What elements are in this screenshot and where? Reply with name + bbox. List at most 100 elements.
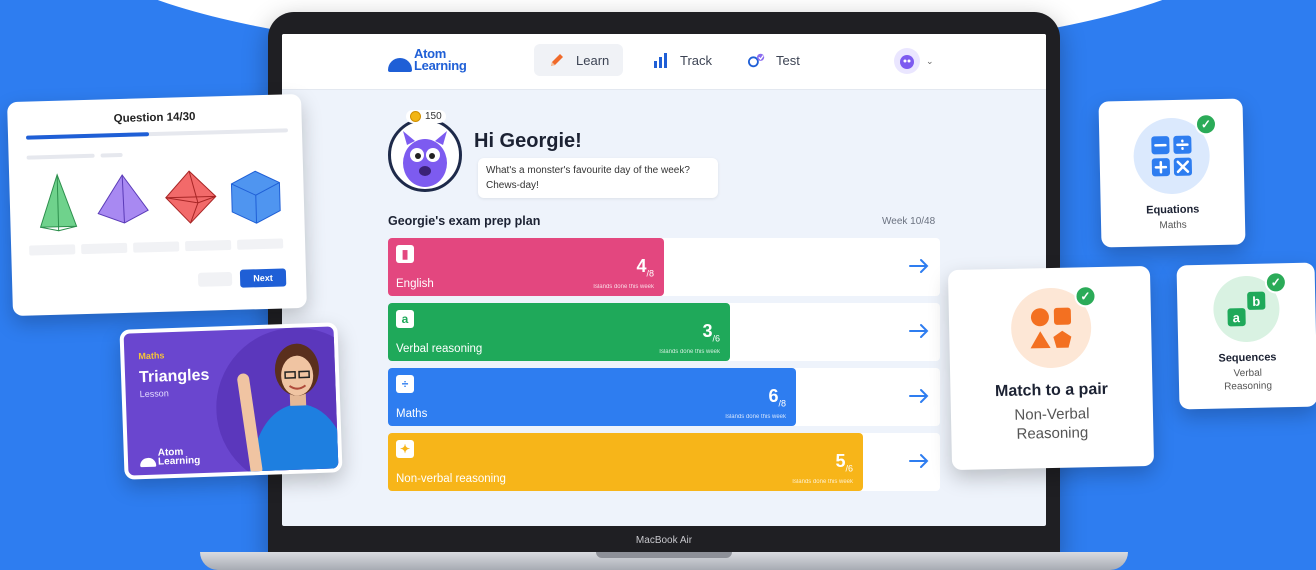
lesson-title: Triangles [138,366,210,387]
islands-done: 6 [768,386,779,406]
topic-subject-line1: Non-Verbal [1014,405,1090,424]
lesson-logo-line2: Learning [157,455,201,468]
atom-learning-logo[interactable]: Atom Learning [388,47,467,73]
joke-answer: Chews-day! [486,180,539,191]
nav-test[interactable]: Test [734,44,814,76]
subject-progress-fill: ✦ Non-verbal reasoning 5/6 Islands done thi… [388,433,863,491]
teacher-illustration [216,327,343,480]
answer-option[interactable] [29,244,76,256]
top-navigation: Atom Learning Learn Track Test ⌄ [282,34,1046,90]
topic-title: Match to a pair [994,380,1109,401]
topic-subject: Maths [1159,219,1187,232]
lesson-card-logo: Atom Learning [139,447,201,468]
question-progress-fill [26,132,150,140]
laptop-notch [596,552,732,558]
nav-learn-label: Learn [576,52,610,68]
book-icon: ▮ [396,245,414,263]
subject-progress-fill: ÷ Maths 6/8 Islands done this week [388,368,796,426]
chevron-down-icon: ⌄ [926,55,934,66]
islands-label: Islands done this week [593,284,654,290]
islands-label: Islands done this week [659,349,720,355]
completed-check-icon: ✓ [1074,285,1097,308]
bar-chart-icon [652,51,670,69]
coin-count: 150 [425,111,442,122]
logo-cloud-icon [139,457,157,468]
subject-row[interactable]: ✦ Non-verbal reasoning 5/6 Islands done thi… [388,433,940,491]
arrow-right-icon[interactable] [908,386,930,406]
coin-icon [410,111,421,122]
logo-cloud-icon [388,58,412,72]
red-octahedron-icon[interactable] [161,168,221,226]
nav-track[interactable]: Track [638,44,726,76]
previous-button[interactable] [197,271,233,287]
question-card: Question 14/30 Next [7,93,307,317]
answer-option[interactable] [237,238,284,250]
svg-text:a: a [1232,310,1240,325]
arrow-right-icon[interactable] [908,451,930,471]
lesson-card[interactable]: Maths Triangles Lesson Atom Learning [119,322,343,480]
next-button[interactable]: Next [239,268,287,288]
topic-card-sequences[interactable]: a b ✓ Sequences Verbal Reasoning [1176,262,1316,410]
subject-name: English [396,278,434,290]
topic-title: Equations [1146,203,1200,217]
topic-card-equations[interactable]: ✓ Equations Maths [1098,98,1246,248]
svg-text:b: b [1252,294,1260,309]
topic-card-match-to-a-pair[interactable]: ✓ Match to a pair Non-Verbal Reasoning [947,265,1155,471]
blue-cube-icon[interactable] [227,166,285,228]
subject-name: Maths [396,408,428,420]
islands-done: 5 [835,451,846,471]
purple-pyramid-icon[interactable] [93,170,153,228]
joke-bubble: What's a monster's favourite day of the … [478,158,718,198]
islands-count: 5/6 [835,451,853,474]
subject-progress-fill: ▮ English 4/8 Islands done this week [388,238,664,296]
topic-subject-line2: Reasoning [1224,380,1273,393]
islands-label: Islands done this week [725,414,786,420]
plan-title: Georgie's exam prep plan [388,214,541,228]
laptop-frame: Atom Learning Learn Track Test ⌄ 150 Hi … [268,12,1060,560]
completed-check-icon: ✓ [1194,113,1218,136]
app-screen: Atom Learning Learn Track Test ⌄ 150 Hi … [282,34,1046,526]
topic-subject-line1: Verbal [1233,367,1263,380]
islands-label: Islands done this week [792,479,853,485]
week-counter: Week 10/48 [882,216,936,227]
islands-total: /8 [778,398,786,409]
arrow-right-icon[interactable] [908,321,930,341]
logo-text-line2: Learning [414,58,467,73]
lesson-type: Lesson [139,388,169,400]
pencil-icon [548,51,566,69]
answer-option[interactable] [185,239,232,252]
islands-count: 4/8 [636,256,654,279]
arrow-right-icon[interactable] [908,256,930,276]
test-icon [748,51,766,69]
subject-name: Non-verbal reasoning [396,473,506,485]
nav-test-label: Test [776,52,800,68]
nav-learn[interactable]: Learn [534,44,624,76]
islands-done: 4 [636,256,647,276]
topic-subject-line2: Reasoning [1016,424,1089,443]
answer-option[interactable] [133,241,180,253]
puzzle-icon: ✦ [396,440,414,458]
green-pyramid-icon[interactable] [35,172,81,233]
nav-track-label: Track [680,52,713,68]
profile-menu-button[interactable]: ⌄ [894,48,934,74]
islands-count: 6/8 [768,386,786,409]
completed-check-icon: ✓ [1264,271,1288,294]
topic-title: Sequences [1218,351,1277,365]
question-text-line [100,152,123,158]
islands-total: /8 [646,268,654,279]
monster-avatar [388,118,462,192]
laptop-model-label: MacBook Air [635,535,693,546]
subject-progress-fill: a Verbal reasoning 3/6 Islands done this we… [388,303,730,361]
islands-total: /6 [712,333,720,344]
subject-row[interactable]: a Verbal reasoning 3/6 Islands done this we… [388,303,940,361]
greeting-heading: Hi Georgie! [474,130,582,152]
question-text-line [26,153,95,160]
coin-balance: 150 [406,110,446,123]
subject-row[interactable]: ÷ Maths 6/8 Islands done this week [388,368,940,426]
subject-row[interactable]: ▮ English 4/8 Islands done this week [388,238,940,296]
islands-count: 3/6 [702,321,720,344]
letter-a-icon: a [396,310,414,328]
islands-total: /6 [845,463,853,474]
answer-option[interactable] [81,242,128,255]
subject-name: Verbal reasoning [396,343,483,355]
